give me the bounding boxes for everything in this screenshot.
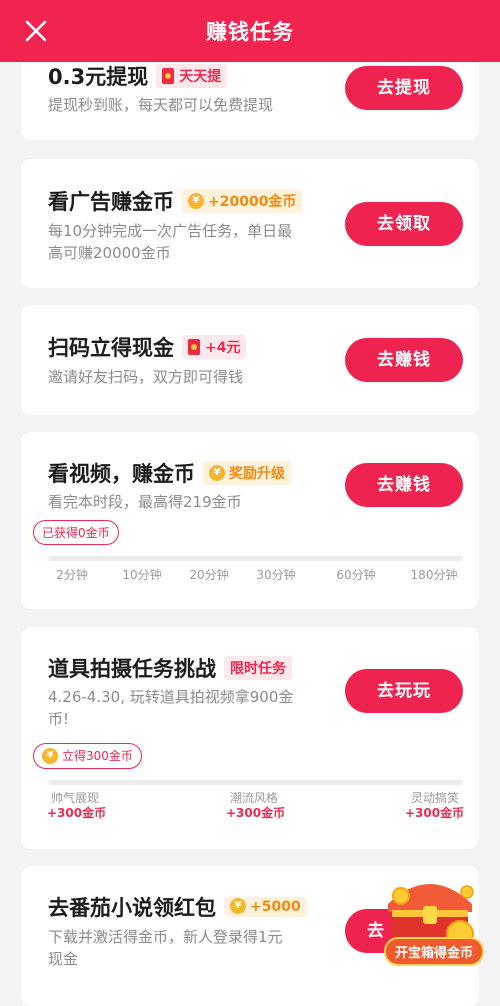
task-desc: 提现秒到账，每天都可以免费提现 [48,96,274,114]
task-desc-line: 4.26-4.30, 玩转道具拍视频拿900金 [48,688,294,706]
progress-tick: 180分钟 [410,568,458,582]
task-card-props: 道具拍摄任务挑战 限时任务 4.26-4.30, 玩转道具拍视频拿900金 币! … [21,627,479,849]
task-desc: 看完本时段，最高得219金币 [48,493,242,511]
task-title: 看视频，赚金币 [48,462,195,486]
milestone-reward: +300金币 [405,806,465,820]
progress-tick: 30分钟 [256,568,296,582]
task-tag: ¥ +20000金币 [182,189,303,213]
progress-tick: 2分钟 [56,568,88,582]
task-desc-line: 币! [48,710,70,728]
task-desc-line: 每10分钟完成一次广告任务，单日最 [48,222,293,240]
milestone-reward: +300金币 [47,806,107,820]
task-title: 看广告赚金币 [48,190,174,214]
task-desc-line: 现金 [48,950,79,968]
task-tag: ¥ +5000 [224,897,307,917]
progress-track [48,780,463,785]
progress-tick: 20分钟 [189,568,229,582]
task-desc-line: 下载并激活得金币，新人登录得1元 [48,928,283,946]
task-tag: 天天提 [156,64,228,88]
task-card-video: 看视频，赚金币 ¥ 奖励升级 看完本时段，最高得219金币 去赚钱 已获得0金币 2… [21,432,479,609]
header-bar: 赚钱任务 [0,0,500,62]
task-desc: 邀请好友扫码，双方即可得钱 [48,368,244,386]
red-envelope-icon [188,339,200,355]
task-title: 扫码立得现金 [48,336,174,360]
task-title: 0.3元提现 [48,65,149,89]
page-title: 赚钱任务 [206,20,294,44]
status-bar [0,0,500,6]
earn-button[interactable]: 去赚钱 [345,338,463,382]
coin-icon: ¥ [188,193,204,209]
coin-icon: ¥ [209,465,225,481]
task-tag: +4元 [182,335,247,359]
coin-icon: ¥ [42,747,58,764]
play-button[interactable]: 去玩玩 [345,669,463,713]
task-tag: 限时任务 [224,656,292,680]
task-card-ads: 看广告赚金币 ¥ +20000金币 每10分钟完成一次广告任务，单日最 高可赚200… [21,159,479,288]
red-envelope-icon [162,68,175,84]
earn-button[interactable]: 去赚钱 [345,463,463,507]
milestone-reward: +300金币 [226,806,286,820]
progress-track [48,556,463,561]
claim-button[interactable]: 去领取 [345,202,463,246]
task-tag: ¥ 奖励升级 [203,461,291,485]
chest-label[interactable]: 开宝箱得金币 [383,937,484,966]
task-title: 道具拍摄任务挑战 [48,657,216,681]
task-title: 去番茄小说领红包 [48,896,216,920]
task-card-scan: 扫码立得现金 +4元 邀请好友扫码，双方即可得钱 去赚钱 [21,305,479,415]
progress-tick: 60分钟 [336,568,376,582]
coin-icon: ¥ [230,898,246,914]
progress-tick: 10分钟 [122,568,162,582]
task-desc-line: 高可赚20000金币 [48,244,171,262]
withdraw-button[interactable]: 去提现 [345,66,463,110]
progress-badge: 已获得0金币 [33,520,119,545]
progress-badge: ¥ 立得300金币 [33,743,142,769]
